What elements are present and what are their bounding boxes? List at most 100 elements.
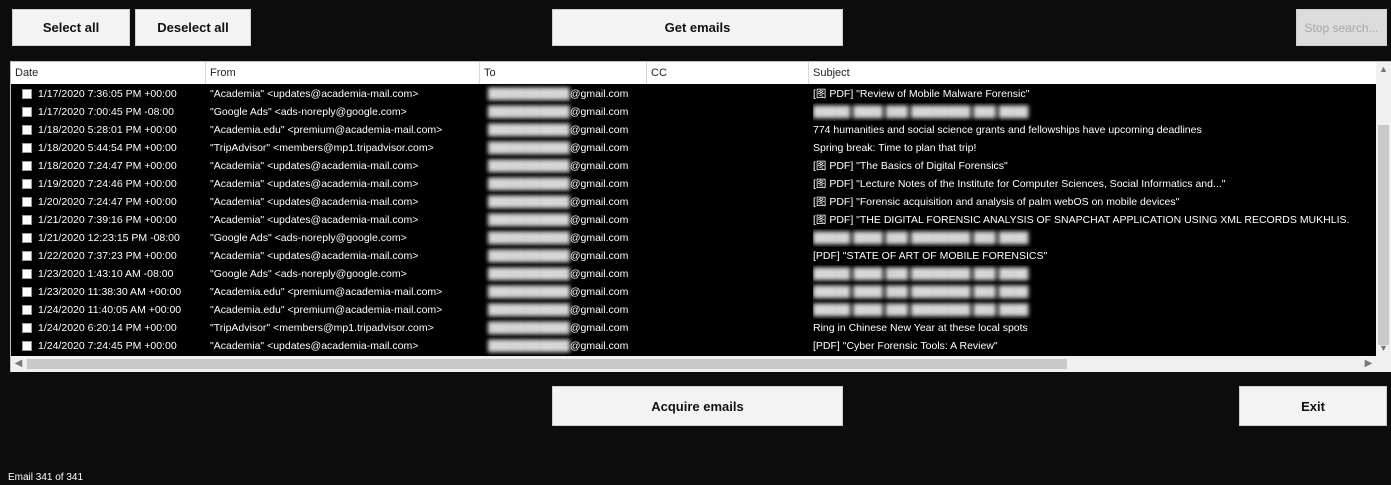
table-row[interactable]: 1/20/2020 7:24:47 PM +00:00 "Academia" <u… (11, 193, 1376, 211)
table-row[interactable]: 1/24/2020 6:20:14 PM +00:00 "TripAdvisor"… (11, 319, 1376, 337)
status-label: Email 341 of 341 (8, 472, 84, 483)
redacted-text: ███████████ (488, 142, 570, 154)
redacted-text: █████ ████ ███ ████████ ███ ████ (813, 106, 1029, 118)
column-header-cc[interactable]: CC (647, 62, 809, 84)
redacted-text: ███████████ (488, 250, 570, 262)
cell-to-domain: @gmail.com (569, 88, 629, 100)
cell-date: 1/17/2020 7:36:05 PM +00:00 (38, 88, 177, 100)
cell-subject: [PDF] "Cyber Forensic Tools: A Review" (813, 340, 998, 352)
cell-to: ███████████@gmail.com (484, 193, 646, 211)
cell-from: "Google Ads" <ads-noreply@google.com> (210, 268, 407, 280)
cell-to: ███████████@gmail.com (484, 337, 646, 355)
cell-to-domain: @gmail.com (569, 232, 629, 244)
cell-to: ███████████@gmail.com (484, 283, 646, 301)
email-rows: 1/17/2020 7:36:05 PM +00:00 "Academia" <u… (11, 85, 1376, 355)
cell-from: "Academia.edu" <premium@academia-mail.co… (210, 286, 443, 298)
table-row[interactable]: 1/17/2020 7:00:45 PM -08:00 "Google Ads" … (11, 103, 1376, 121)
table-row[interactable]: 1/17/2020 7:36:05 PM +00:00 "Academia" <u… (11, 85, 1376, 103)
table-row[interactable]: 1/23/2020 11:38:30 AM +00:00 "Academia.ed… (11, 283, 1376, 301)
redacted-text: ███████████ (488, 232, 570, 244)
column-header-subject[interactable]: Subject (809, 62, 1376, 84)
redacted-text: ███████████ (488, 304, 570, 316)
row-checkbox[interactable] (22, 287, 32, 297)
cell-subject: Ring in Chinese New Year at these local … (813, 322, 1028, 334)
table-row[interactable]: 1/23/2020 1:43:10 AM -08:00 "Google Ads" … (11, 265, 1376, 283)
row-checkbox[interactable] (22, 341, 32, 351)
cell-to-domain: @gmail.com (569, 340, 629, 352)
exit-button[interactable]: Exit (1239, 386, 1387, 426)
grid-header: Date From To CC Subject (11, 62, 1376, 84)
row-checkbox[interactable] (22, 125, 32, 135)
vertical-scroll-thumb[interactable] (1378, 125, 1389, 345)
stop-search-button[interactable]: Stop search... (1296, 9, 1387, 46)
redacted-text: ███████████ (488, 268, 570, 280)
table-row[interactable]: 1/18/2020 5:44:54 PM +00:00 "TripAdvisor"… (11, 139, 1376, 157)
table-row[interactable]: 1/24/2020 7:24:45 PM +00:00 "Academia" <u… (11, 337, 1376, 355)
table-row[interactable]: 1/18/2020 7:24:47 PM +00:00 "Academia" <u… (11, 157, 1376, 175)
acquire-emails-button[interactable]: Acquire emails (552, 386, 843, 426)
table-row[interactable]: 1/24/2020 11:40:05 AM +00:00 "Academia.ed… (11, 301, 1376, 319)
cell-date: 1/21/2020 7:39:16 PM +00:00 (38, 214, 177, 226)
cell-to-domain: @gmail.com (569, 286, 629, 298)
redacted-text: █████ ████ ███ ████████ ███ ████ (813, 304, 1029, 316)
row-checkbox[interactable] (22, 323, 32, 333)
cell-from: "Academia" <updates@academia-mail.com> (210, 340, 419, 352)
cell-date: 1/24/2020 6:20:14 PM +00:00 (38, 322, 177, 334)
table-row[interactable]: 1/19/2020 7:24:46 PM +00:00 "Academia" <u… (11, 175, 1376, 193)
get-emails-button[interactable]: Get emails (552, 9, 843, 46)
cell-to: ███████████@gmail.com (484, 139, 646, 157)
cell-from: "TripAdvisor" <members@mp1.tripadvisor.c… (210, 322, 434, 334)
table-row[interactable]: 1/21/2020 12:23:15 PM -08:00 "Google Ads"… (11, 229, 1376, 247)
table-row[interactable]: 1/22/2020 7:37:23 PM +00:00 "Academia" <u… (11, 247, 1376, 265)
cell-subject: Spring break: Time to plan that trip! (813, 142, 977, 154)
horizontal-scrollbar[interactable]: ◀ ▶ (11, 356, 1376, 372)
row-checkbox[interactable] (22, 89, 32, 99)
redacted-text: █████ ████ ███ ████████ ███ ████ (813, 232, 1029, 244)
row-checkbox[interactable] (22, 251, 32, 261)
cell-to: ███████████@gmail.com (484, 103, 646, 121)
cell-from: "Academia.edu" <premium@academia-mail.co… (210, 124, 443, 136)
row-checkbox[interactable] (22, 305, 32, 315)
scrollbar-corner (1376, 356, 1391, 372)
chevron-right-icon[interactable]: ▶ (1361, 356, 1376, 372)
cell-to-domain: @gmail.com (569, 214, 629, 226)
row-checkbox[interactable] (22, 161, 32, 171)
cell-date: 1/21/2020 12:23:15 PM -08:00 (38, 232, 180, 244)
cell-to-domain: @gmail.com (569, 304, 629, 316)
cell-subject: █████ ████ ███ ████████ ███ ████ (813, 283, 1363, 301)
row-checkbox[interactable] (22, 179, 32, 189)
cell-from: "Google Ads" <ads-noreply@google.com> (210, 106, 407, 118)
cell-subject: [图 PDF] "Lecture Notes of the Institute … (813, 178, 1226, 190)
redacted-text: ███████████ (488, 178, 570, 190)
cell-subject: █████ ████ ███ ████████ ███ ████ (813, 229, 1363, 247)
row-checkbox[interactable] (22, 107, 32, 117)
column-header-date[interactable]: Date (11, 62, 206, 84)
vertical-scrollbar[interactable]: ▲ ▼ (1376, 62, 1391, 356)
cell-from: "Academia" <updates@academia-mail.com> (210, 214, 419, 226)
select-all-button[interactable]: Select all (12, 9, 130, 46)
chevron-down-icon[interactable]: ▼ (1376, 341, 1391, 356)
redacted-text: ███████████ (488, 88, 570, 100)
row-checkbox[interactable] (22, 233, 32, 243)
email-grid[interactable]: Date From To CC Subject 1/17/2020 7:36:0… (10, 61, 1391, 372)
redacted-text: ███████████ (488, 196, 570, 208)
horizontal-scroll-thumb[interactable] (27, 359, 1067, 369)
row-checkbox[interactable] (22, 215, 32, 225)
deselect-all-button[interactable]: Deselect all (135, 9, 251, 46)
table-row[interactable]: 1/21/2020 7:39:16 PM +00:00 "Academia" <u… (11, 211, 1376, 229)
column-header-from[interactable]: From (206, 62, 480, 84)
cell-date: 1/22/2020 7:37:23 PM +00:00 (38, 250, 177, 262)
cell-to-domain: @gmail.com (569, 142, 629, 154)
row-checkbox[interactable] (22, 143, 32, 153)
row-checkbox[interactable] (22, 197, 32, 207)
redacted-text: █████ ████ ███ ████████ ███ ████ (813, 268, 1029, 280)
table-row[interactable]: 1/18/2020 5:28:01 PM +00:00 "Academia.edu… (11, 121, 1376, 139)
column-header-to[interactable]: To (480, 62, 647, 84)
row-checkbox[interactable] (22, 269, 32, 279)
cell-to: ███████████@gmail.com (484, 121, 646, 139)
cell-from: "Academia" <updates@academia-mail.com> (210, 160, 419, 172)
chevron-up-icon[interactable]: ▲ (1376, 62, 1391, 77)
cell-to: ███████████@gmail.com (484, 319, 646, 337)
chevron-left-icon[interactable]: ◀ (11, 356, 26, 372)
cell-from: "Academia" <updates@academia-mail.com> (210, 250, 419, 262)
